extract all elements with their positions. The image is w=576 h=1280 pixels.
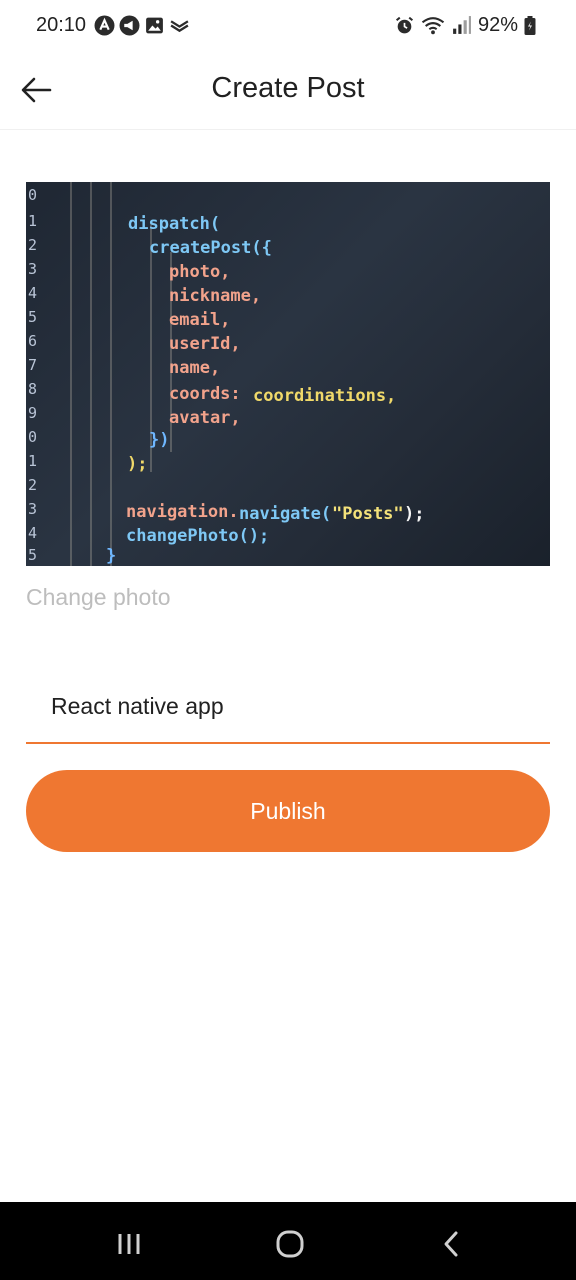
line-number: 6 xyxy=(28,332,38,350)
code-screenshot: 0 1 2 3 4 5 6 7 8 9 0 1 2 3 4 5 dispatch… xyxy=(26,182,550,566)
app-header: Create Post xyxy=(0,52,576,130)
battery-percent: 92% xyxy=(477,14,518,36)
line-number: 3 xyxy=(28,500,38,518)
battery-icon xyxy=(524,16,536,35)
notification-icons xyxy=(94,15,190,36)
code-token: changePhoto(); xyxy=(126,526,270,546)
megaphone-icon xyxy=(119,15,140,36)
home-icon xyxy=(276,1230,304,1258)
change-photo-link[interactable]: Change photo xyxy=(26,584,171,611)
line-number: 4 xyxy=(28,524,38,542)
status-bar: 20:10 92% xyxy=(0,0,576,52)
home-button[interactable] xyxy=(268,1222,312,1266)
line-number: 1 xyxy=(28,452,38,470)
line-number: 3 xyxy=(28,260,38,278)
app-a-icon xyxy=(94,15,115,36)
system-icons: 92% xyxy=(394,14,536,37)
code-token: }) xyxy=(149,430,170,450)
recent-apps-button[interactable] xyxy=(107,1222,151,1266)
code-token: userId, xyxy=(169,334,241,354)
code-token: } xyxy=(106,546,117,566)
code-token: navigate( xyxy=(239,504,332,524)
publish-button[interactable]: Publish xyxy=(26,770,550,852)
back-icon xyxy=(444,1231,458,1257)
line-number: 2 xyxy=(28,476,38,494)
alarm-icon xyxy=(395,16,414,34)
title-input[interactable] xyxy=(26,676,550,736)
system-nav-bar xyxy=(0,1202,576,1280)
line-number: 8 xyxy=(28,380,38,398)
wifi-icon xyxy=(421,17,445,35)
code-token: nickname, xyxy=(169,286,262,306)
page-title: Create Post xyxy=(211,72,365,104)
code-token: coords: xyxy=(169,384,241,404)
code-token: coordinations, xyxy=(253,386,397,406)
code-token: name, xyxy=(169,358,221,378)
code-token: avatar, xyxy=(169,408,241,428)
line-number: 5 xyxy=(28,308,38,326)
line-number: 9 xyxy=(28,404,38,422)
recent-apps-icon xyxy=(118,1234,140,1254)
line-number: 2 xyxy=(28,236,38,254)
code-token: createPost({ xyxy=(149,238,272,258)
line-number: 4 xyxy=(28,284,38,302)
line-number: 0 xyxy=(28,186,38,204)
title-field xyxy=(26,676,550,744)
double-chevron-icon xyxy=(170,20,189,33)
back-nav-button[interactable] xyxy=(429,1222,473,1266)
code-token: dispatch( xyxy=(128,214,221,234)
code-token: ); xyxy=(404,504,425,524)
code-token: email, xyxy=(169,310,231,330)
post-photo: 0 1 2 3 4 5 6 7 8 9 0 1 2 3 4 5 dispatch… xyxy=(26,182,550,566)
signal-icon xyxy=(453,16,471,34)
code-token: navigation. xyxy=(126,502,239,522)
code-token: "Posts" xyxy=(332,504,404,524)
line-number: 7 xyxy=(28,356,38,374)
image-icon xyxy=(146,17,163,34)
line-number: 5 xyxy=(28,546,38,564)
line-number: 0 xyxy=(28,428,38,446)
line-number: 1 xyxy=(28,212,38,230)
status-time: 20:10 xyxy=(36,14,87,36)
code-token: photo, xyxy=(169,262,231,282)
code-token: ); xyxy=(127,454,148,474)
